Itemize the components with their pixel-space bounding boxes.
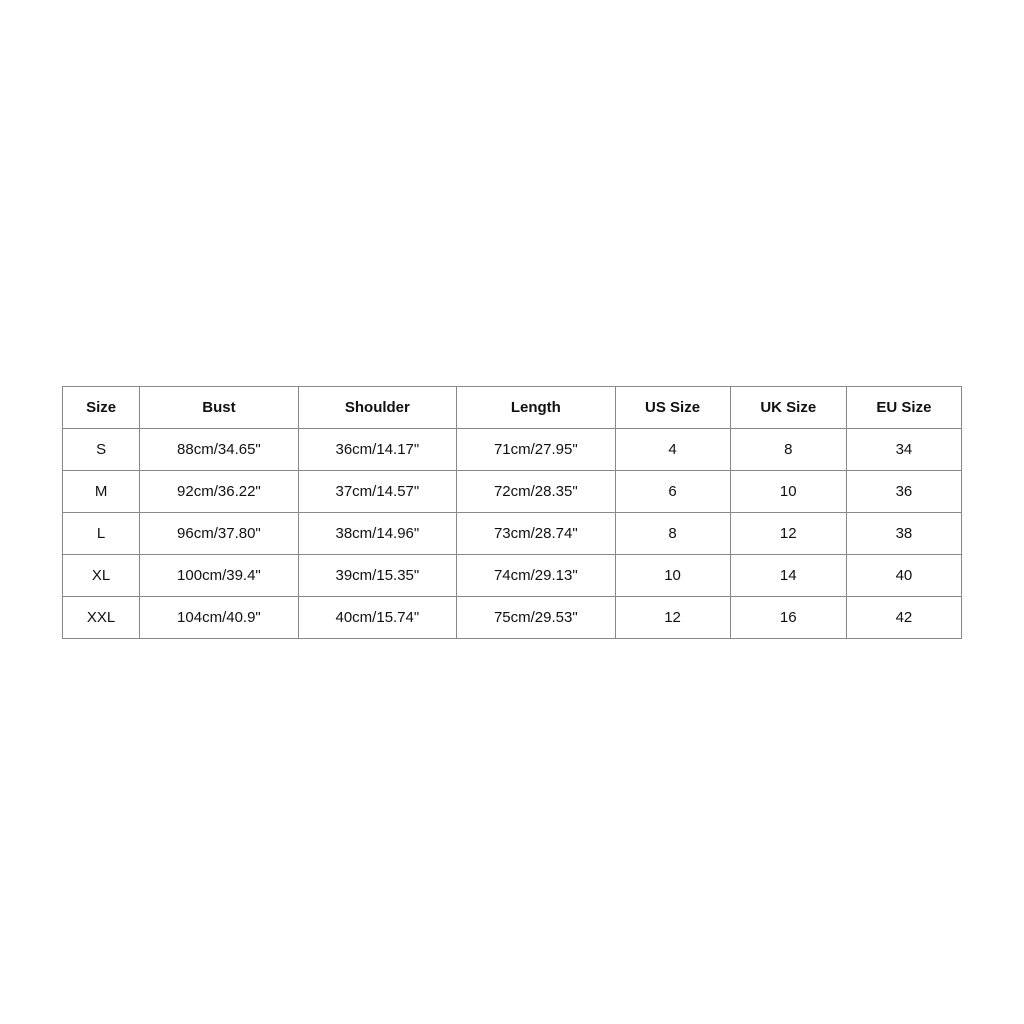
col-header-length: Length [457, 386, 615, 428]
col-header-eu-size: EU Size [846, 386, 961, 428]
cell-us_size: 6 [615, 470, 730, 512]
cell-size: XXL [63, 596, 140, 638]
cell-shoulder: 37cm/14.57" [298, 470, 456, 512]
cell-size: S [63, 428, 140, 470]
cell-shoulder: 39cm/15.35" [298, 554, 456, 596]
cell-length: 73cm/28.74" [457, 512, 615, 554]
table-header-row: Size Bust Shoulder Length US Size UK Siz… [63, 386, 962, 428]
table-row: S88cm/34.65"36cm/14.17"71cm/27.95"4834 [63, 428, 962, 470]
size-chart-container: Size Bust Shoulder Length US Size UK Siz… [62, 386, 962, 639]
cell-bust: 88cm/34.65" [140, 428, 298, 470]
cell-eu_size: 34 [846, 428, 961, 470]
cell-uk_size: 8 [730, 428, 846, 470]
cell-uk_size: 16 [730, 596, 846, 638]
table-row: XXL104cm/40.9"40cm/15.74"75cm/29.53"1216… [63, 596, 962, 638]
col-header-bust: Bust [140, 386, 298, 428]
cell-bust: 92cm/36.22" [140, 470, 298, 512]
cell-us_size: 4 [615, 428, 730, 470]
col-header-uk-size: UK Size [730, 386, 846, 428]
cell-shoulder: 36cm/14.17" [298, 428, 456, 470]
cell-eu_size: 42 [846, 596, 961, 638]
cell-shoulder: 38cm/14.96" [298, 512, 456, 554]
cell-size: M [63, 470, 140, 512]
cell-us_size: 8 [615, 512, 730, 554]
cell-eu_size: 40 [846, 554, 961, 596]
col-header-us-size: US Size [615, 386, 730, 428]
cell-shoulder: 40cm/15.74" [298, 596, 456, 638]
cell-uk_size: 12 [730, 512, 846, 554]
cell-eu_size: 38 [846, 512, 961, 554]
cell-bust: 96cm/37.80" [140, 512, 298, 554]
table-row: M92cm/36.22"37cm/14.57"72cm/28.35"61036 [63, 470, 962, 512]
cell-length: 75cm/29.53" [457, 596, 615, 638]
cell-bust: 100cm/39.4" [140, 554, 298, 596]
cell-size: L [63, 512, 140, 554]
table-row: XL100cm/39.4"39cm/15.35"74cm/29.13"10144… [63, 554, 962, 596]
cell-uk_size: 10 [730, 470, 846, 512]
cell-length: 74cm/29.13" [457, 554, 615, 596]
table-row: L96cm/37.80"38cm/14.96"73cm/28.74"81238 [63, 512, 962, 554]
col-header-shoulder: Shoulder [298, 386, 456, 428]
cell-eu_size: 36 [846, 470, 961, 512]
cell-uk_size: 14 [730, 554, 846, 596]
cell-size: XL [63, 554, 140, 596]
cell-length: 72cm/28.35" [457, 470, 615, 512]
cell-us_size: 12 [615, 596, 730, 638]
col-header-size: Size [63, 386, 140, 428]
cell-length: 71cm/27.95" [457, 428, 615, 470]
size-chart-table: Size Bust Shoulder Length US Size UK Siz… [62, 386, 962, 639]
cell-us_size: 10 [615, 554, 730, 596]
cell-bust: 104cm/40.9" [140, 596, 298, 638]
